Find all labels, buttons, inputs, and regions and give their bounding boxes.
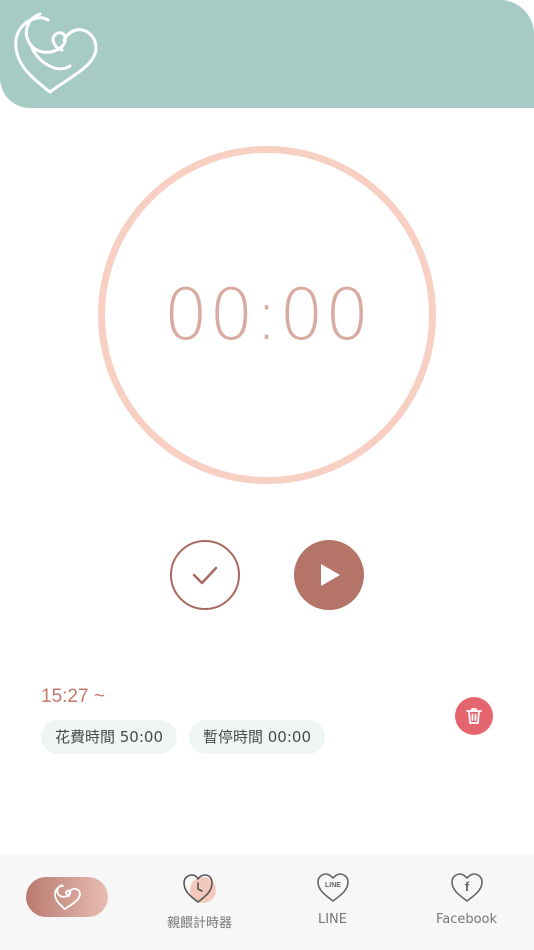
facebook-heart-icon: f [450,873,483,902]
play-icon [321,564,340,586]
tab-facebook[interactable]: f Facebook [400,854,533,950]
svg-text:LINE: LINE [325,882,341,889]
done-button[interactable] [170,540,240,610]
play-button[interactable] [294,540,364,610]
heart-swirl-icon [54,884,81,910]
spent-time-chip: 花費時間 50:00 [41,720,177,754]
trash-icon [466,708,482,724]
tab-feeding-timer-label: 親餵計時器 [166,916,232,931]
home-pill [26,877,108,917]
tab-feeding-timer[interactable]: 親餵計時器 [133,854,266,950]
tab-line[interactable]: LINE LINE [266,854,399,950]
line-heart-icon: LINE [316,873,349,902]
tab-facebook-label: Facebook [435,912,498,927]
tab-line-label: LINE [317,912,347,927]
checkmark-icon [192,566,218,585]
timer-display: 00:00 [163,274,371,356]
record-start-time: 15:27 ~ [41,686,105,707]
heart-clock-icon [182,874,216,903]
svg-text:f: f [464,879,469,894]
tab-home[interactable] [0,854,133,950]
delete-record-button[interactable] [455,697,493,735]
app-header [0,0,534,108]
paused-time-chip: 暫停時間 00:00 [189,720,325,754]
bottom-tab-bar: 親餵計時器 LINE LINE f Facebook [0,854,534,950]
heart-swirl-logo-icon [14,12,98,94]
